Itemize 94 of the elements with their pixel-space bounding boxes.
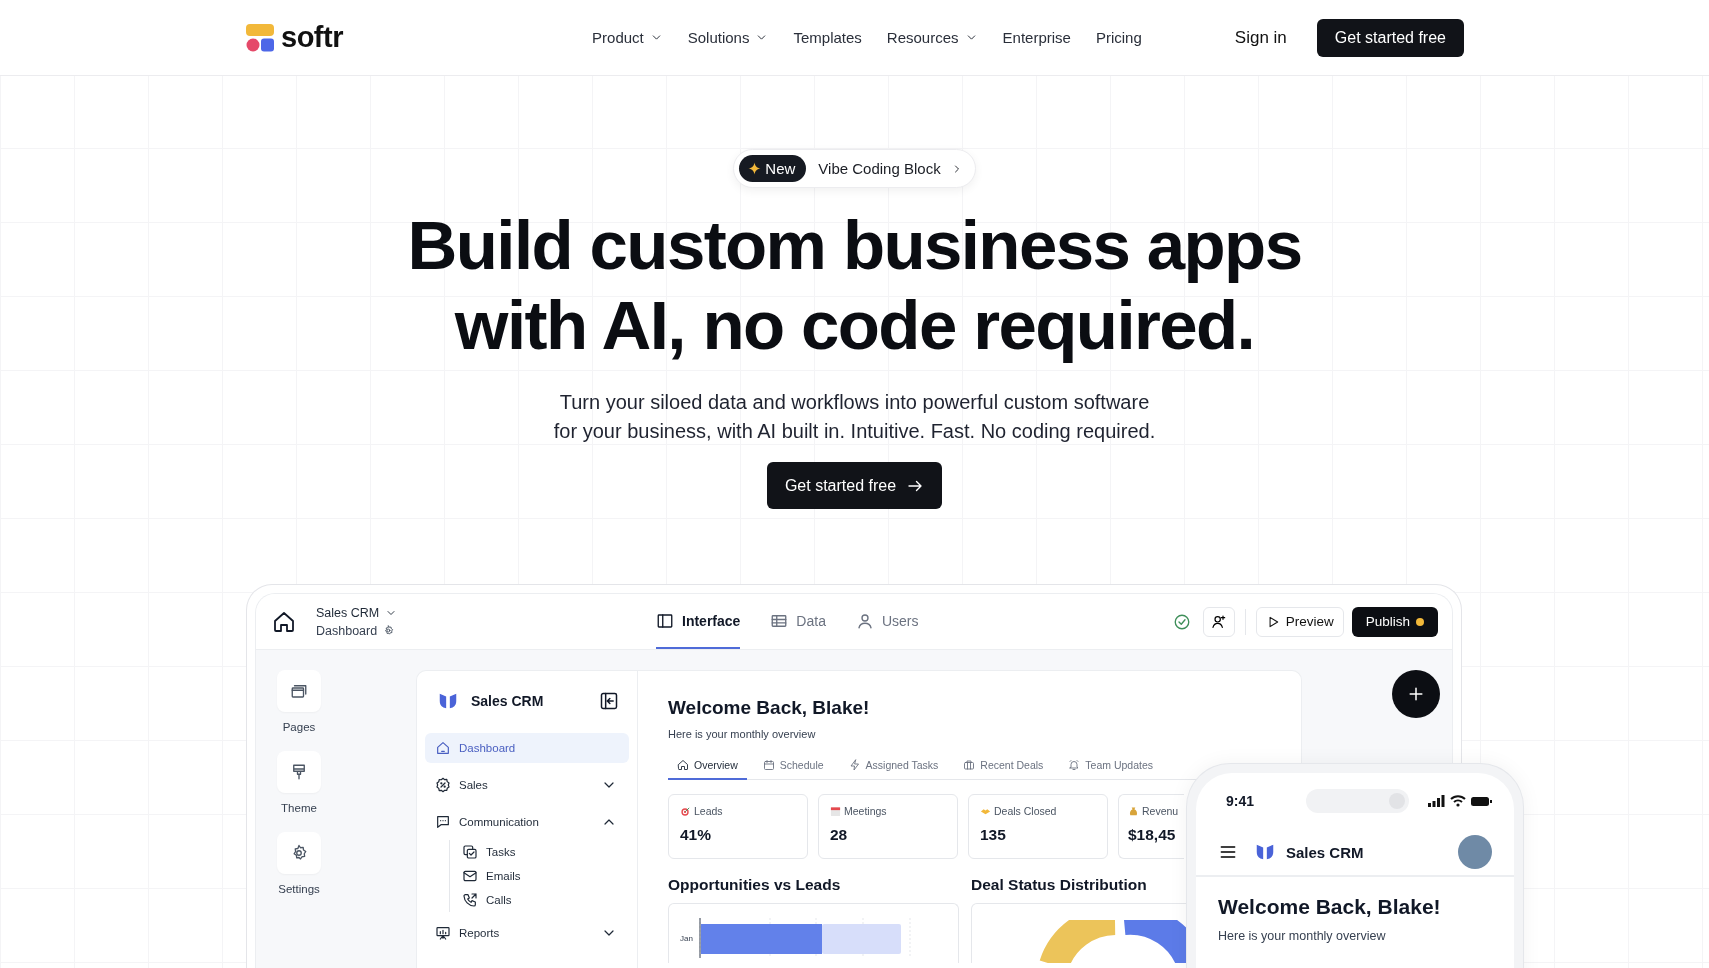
panel-icon: [656, 611, 674, 630]
check-circle-icon[interactable]: [1172, 612, 1191, 631]
gear-icon[interactable]: [383, 625, 395, 636]
nav-dropdown[interactable]: Product: [592, 29, 663, 46]
editor-tab[interactable]: Interface: [656, 594, 741, 649]
dashboard-tab[interactable]: Assigned Tasks: [839, 759, 948, 780]
sidebar-item[interactable]: Sales: [425, 770, 629, 800]
rail-button[interactable]: [277, 670, 321, 712]
mobile-subtitle: Here is your monthly overview: [1218, 929, 1387, 943]
percent-badge-icon: [435, 777, 451, 793]
sidebar-subitem[interactable]: Tasks: [462, 840, 629, 864]
avatar[interactable]: [1458, 835, 1492, 869]
rail-button[interactable]: [277, 832, 321, 874]
editor-tab[interactable]: Users: [855, 594, 919, 649]
add-button[interactable]: [1392, 670, 1440, 718]
phone-icon: [462, 892, 478, 908]
nav-link[interactable]: Pricing: [1095, 29, 1142, 46]
get-started-button[interactable]: Get started free: [766, 462, 943, 509]
stat-label: Leads: [694, 805, 723, 817]
bell-icon: [1068, 759, 1081, 771]
sidebar-item[interactable]: Communication: [425, 807, 629, 837]
home-icon: [677, 759, 689, 771]
sidebar-subitem[interactable]: Calls: [462, 888, 629, 912]
nav-dropdown[interactable]: Solutions: [687, 29, 769, 46]
collapse-sidebar-icon[interactable]: [599, 691, 619, 711]
preview-button[interactable]: Preview: [1255, 606, 1344, 637]
presentation-icon: [435, 925, 451, 941]
signal-icon: [1428, 795, 1445, 807]
wifi-icon: [1450, 795, 1466, 807]
stat-value: 41%: [680, 826, 713, 844]
status-time: 9:41: [1226, 793, 1256, 809]
rail-button[interactable]: [277, 751, 321, 793]
stat-value: 135: [980, 826, 1007, 844]
announcement-pill[interactable]: New Vibe Coding Block: [733, 149, 976, 188]
paint-roller-icon: [290, 763, 308, 781]
nav-link[interactable]: Enterprise: [1002, 29, 1071, 46]
get-started-button[interactable]: Get started free: [1316, 18, 1464, 57]
app-name: Sales CRM: [1286, 843, 1365, 861]
headline: Build custom business apps: [407, 206, 1302, 286]
subheadline: for your business, with AI built in. Intuitive. Fast. No coding required.: [553, 419, 1156, 444]
page-name: Dashboard: [316, 623, 378, 638]
mobile-title: Welcome Back, Blake!: [1218, 895, 1442, 919]
mail-icon: [462, 868, 478, 884]
rail-label: Theme: [281, 802, 317, 814]
status-dot-icon: [1416, 617, 1424, 626]
pages-icon: [290, 682, 308, 700]
briefcase-icon: [963, 759, 976, 771]
axis-label: Jan: [680, 933, 694, 943]
chat-icon: [435, 814, 451, 830]
stat-value: $18,45: [1128, 826, 1177, 844]
sparkle-icon: [748, 162, 762, 175]
tasks-icon: [462, 844, 478, 860]
calendar-icon: [830, 805, 841, 817]
target-icon: [680, 805, 691, 817]
subheadline: Turn your siloed data and workflows into powerful custom software: [558, 390, 1151, 415]
headline: with AI, no code required.: [453, 286, 1256, 366]
lightning-icon: [848, 759, 861, 771]
sidebar-title: Sales CRM: [471, 693, 545, 709]
chart-title: Deal Status Distribution: [971, 876, 1148, 894]
camera-dot-icon: [1389, 793, 1405, 809]
rail-label: Settings: [278, 883, 320, 895]
dashboard-tab[interactable]: Schedule: [753, 759, 833, 780]
dashboard-tab[interactable]: Overview: [668, 759, 747, 780]
publish-button[interactable]: Publish: [1351, 606, 1438, 637]
stat-value: 28: [830, 826, 849, 844]
user-icon: [855, 611, 874, 630]
stat-label: Deals Closed: [994, 805, 1057, 817]
home-icon: [435, 740, 451, 756]
logo-icon[interactable]: [245, 22, 275, 53]
announcement-text: Vibe Coding Block: [818, 160, 941, 177]
sidebar-item[interactable]: Dashboard: [425, 733, 629, 763]
stat-label: Meetings: [844, 805, 887, 817]
sidebar-item[interactable]: Reports: [425, 918, 629, 948]
dashboard-tab[interactable]: Team Updates: [1059, 759, 1163, 780]
calendar-icon: [762, 759, 775, 771]
nav-link[interactable]: Templates: [793, 29, 862, 46]
chart-title: Opportunities vs Leads: [668, 876, 842, 894]
money-bag-icon: [1128, 805, 1139, 817]
dashboard-tab[interactable]: Recent Deals: [954, 759, 1053, 780]
dashboard-title: Welcome Back, Blake!: [668, 697, 871, 719]
app-switcher[interactable]: Sales CRM: [316, 605, 656, 620]
user-plus-icon: [1210, 613, 1227, 630]
editor-tab[interactable]: Data: [770, 594, 826, 649]
sidebar-subitem[interactable]: Emails: [462, 864, 629, 888]
home-icon[interactable]: [272, 609, 296, 634]
new-badge: New: [739, 155, 807, 182]
nav-dropdown[interactable]: Resources: [886, 29, 978, 46]
battery-icon: [1471, 795, 1492, 807]
rail-label: Pages: [282, 721, 316, 733]
sign-in-link[interactable]: Sign in: [1228, 26, 1293, 49]
logo-text: softr: [281, 21, 343, 54]
stat-label: Revenu: [1142, 805, 1179, 817]
invite-user-button[interactable]: [1202, 606, 1235, 637]
dashboard-subtitle: Here is your monthly overview: [668, 728, 817, 740]
